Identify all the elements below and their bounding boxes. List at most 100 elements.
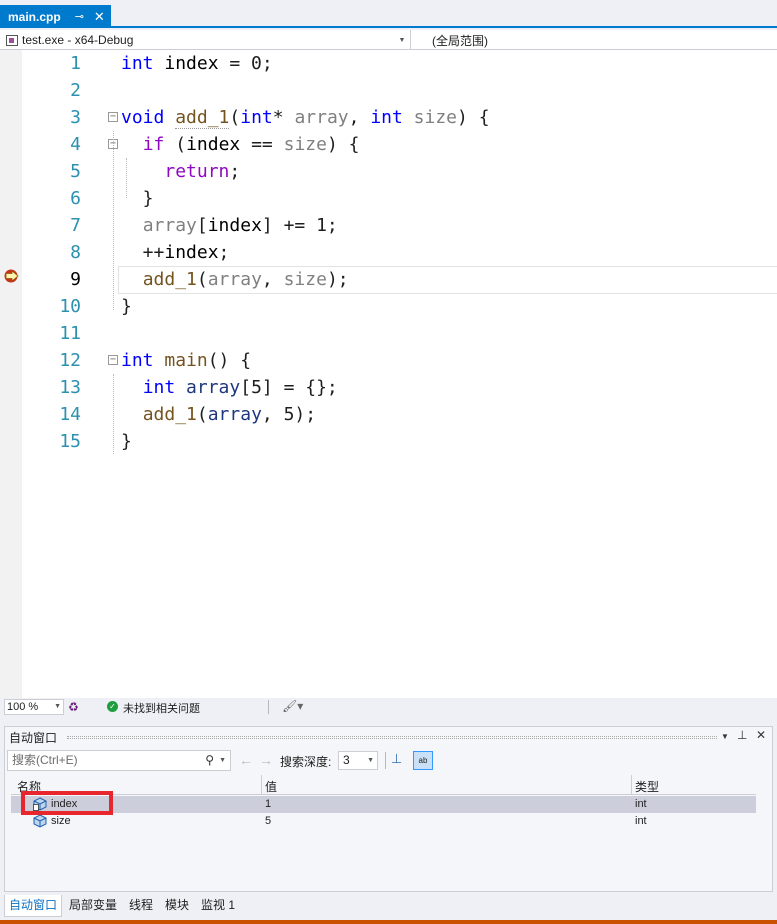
code-line[interactable]: 15} [0, 428, 777, 455]
search-placeholder: 搜索(Ctrl+E) [12, 753, 78, 767]
forward-arrow-icon[interactable]: → [259, 752, 273, 768]
code-line[interactable]: 11 [0, 320, 777, 347]
project-icon [6, 34, 18, 46]
code-token: } [121, 296, 132, 317]
code-line[interactable]: 6 } [0, 185, 777, 212]
code-line[interactable]: 8 ++index; [0, 239, 777, 266]
code-token: () { [207, 350, 252, 371]
code-text[interactable]: int index = 0; [121, 50, 273, 77]
scope-dropdown[interactable]: (全局范围) [432, 32, 488, 49]
pin-icon[interactable]: ⊥ [391, 751, 402, 767]
code-line[interactable]: 7 array[index] += 1; [0, 212, 777, 239]
code-token: size [283, 134, 327, 155]
chevron-down-icon[interactable]: ▼ [721, 732, 729, 741]
code-token: int [121, 53, 154, 74]
collapse-icon[interactable]: − [108, 112, 118, 122]
code-health-icon[interactable]: ♻ [68, 700, 79, 714]
line-number: 6 [70, 188, 81, 209]
code-token: array [294, 107, 349, 128]
code-text[interactable]: int array[5] = {}; [121, 374, 338, 401]
tab-threads[interactable]: 线程 [125, 895, 157, 917]
code-text[interactable]: if (index == size) { [121, 131, 360, 158]
code-text[interactable]: ++index; [121, 239, 230, 266]
search-input[interactable]: 搜索(Ctrl+E) ⚲ ▼ [7, 750, 231, 771]
column-header-type[interactable]: 类型 [635, 778, 659, 795]
code-text[interactable]: } [121, 293, 132, 320]
table-row[interactable]: size 5 int [11, 813, 756, 830]
column-divider[interactable] [631, 775, 632, 795]
breakpoint-arrow-icon[interactable] [4, 269, 20, 283]
line-number: 12 [59, 350, 81, 371]
pin-icon[interactable]: ⊸ [75, 10, 84, 23]
search-icon[interactable]: ⚲ [205, 751, 214, 770]
tab-modules[interactable]: 模块 [161, 895, 193, 917]
search-depth-dropdown[interactable]: 3 ▼ [338, 751, 378, 770]
search-depth-label: 搜索深度: [280, 755, 332, 769]
code-token: int [240, 107, 273, 128]
code-token: index [186, 134, 241, 155]
document-tab-strip: main.cpp ⊸ ✕ [0, 0, 777, 28]
tab-autos[interactable]: 自动窗口 [4, 895, 63, 917]
code-line[interactable]: 1 int index = 0; [0, 50, 777, 77]
close-icon[interactable]: ✕ [756, 728, 766, 742]
back-arrow-icon[interactable]: ← [239, 752, 253, 768]
line-number: 1 [70, 53, 81, 74]
code-token: ] += 1; [261, 215, 338, 236]
line-number: 2 [70, 80, 81, 101]
variable-type: int [635, 815, 647, 827]
column-header-value[interactable]: 值 [265, 778, 277, 795]
code-text[interactable]: return; [121, 158, 240, 185]
code-text[interactable]: void add_1(int* array, int size) { [121, 104, 490, 131]
cleanup-brush-icon[interactable]: 🖌▾ [282, 699, 303, 713]
title-grip[interactable] [67, 736, 717, 739]
indent-guide [113, 131, 114, 310]
annotation-highlight-box [21, 791, 113, 815]
tool-window-tabs: 自动窗口 局部变量 线程 模块 监视 1 [0, 893, 777, 920]
line-number: 14 [59, 404, 81, 425]
code-line[interactable]: 13 int array[5] = {}; [0, 374, 777, 401]
close-icon[interactable]: ✕ [94, 9, 105, 25]
variable-value[interactable]: 5 [265, 815, 271, 827]
chevron-down-icon[interactable]: ▼ [396, 32, 408, 48]
code-token: add_1 [175, 107, 230, 129]
zoom-dropdown[interactable]: 100 % ▼ [4, 699, 64, 715]
code-line[interactable]: 5 return; [0, 158, 777, 185]
line-number: 8 [70, 242, 81, 263]
project-dropdown[interactable]: test.exe - x64-Debug [6, 32, 408, 48]
zoom-level: 100 % [7, 701, 39, 713]
code-token: int [142, 377, 176, 398]
chevron-down-icon: ▼ [367, 757, 374, 764]
code-text[interactable]: int main() { [121, 347, 251, 374]
code-editor[interactable]: 1 int index = 0; 2 3 void add_1(int* array, … [0, 50, 777, 698]
code-token: int [121, 350, 154, 371]
collapse-icon[interactable]: − [108, 355, 118, 365]
code-line[interactable]: 2 [0, 77, 777, 104]
issues-status[interactable]: 未找到相关问题 [123, 700, 200, 716]
code-line[interactable]: 10} [0, 293, 777, 320]
code-text[interactable]: array[index] += 1; [121, 212, 338, 239]
line-number: 13 [59, 377, 81, 398]
column-divider[interactable] [261, 775, 262, 795]
variable-value[interactable]: 1 [265, 798, 271, 810]
pin-icon[interactable]: ⊥ [737, 728, 747, 742]
code-text[interactable]: } [121, 428, 132, 455]
table-row[interactable]: index 1 int [11, 796, 756, 813]
code-line[interactable]: 14 add_1(array, 5); [0, 401, 777, 428]
tab-watch-1[interactable]: 监视 1 [197, 895, 239, 917]
code-token: } [121, 431, 132, 452]
line-number: 10 [59, 296, 81, 317]
tab-main-cpp[interactable]: main.cpp ⊸ ✕ [0, 5, 111, 28]
divider [410, 30, 411, 50]
code-token: , 5); [261, 404, 317, 425]
chevron-down-icon[interactable]: ▼ [219, 751, 226, 770]
tab-locals[interactable]: 局部变量 [65, 895, 121, 917]
code-text[interactable]: add_1(array, 5); [121, 401, 316, 428]
variable-name: size [51, 815, 71, 827]
hex-display-icon[interactable]: ab [413, 751, 433, 770]
project-label: test.exe - x64-Debug [22, 33, 134, 47]
